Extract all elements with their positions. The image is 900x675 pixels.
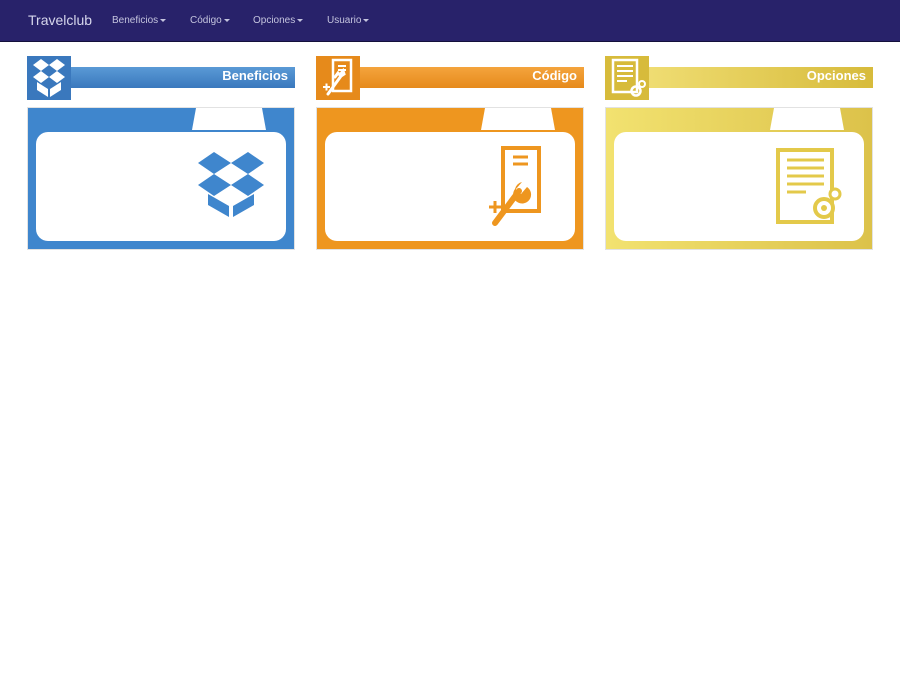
- caret-down-icon: [160, 18, 167, 22]
- top-navbar: Travelclub Beneficios Código Opciones Us…: [0, 0, 900, 42]
- document-gear-small-icon: [605, 56, 649, 100]
- nav-item-label: Beneficios: [112, 15, 159, 26]
- folder-panel: [36, 132, 286, 241]
- nav-dropdown-opciones[interactable]: Opciones: [253, 15, 304, 26]
- card-header: Opciones: [613, 67, 873, 88]
- card-beneficios[interactable]: Beneficios: [27, 56, 295, 250]
- card-codigo[interactable]: Código: [316, 56, 584, 250]
- code-document-wrench-icon: [489, 146, 541, 226]
- nav-dropdown-usuario[interactable]: Usuario: [327, 15, 370, 26]
- card-header: Beneficios: [35, 67, 295, 88]
- card-title: Beneficios: [222, 68, 288, 83]
- dropbox-box-icon: [198, 152, 264, 217]
- caret-down-icon: [297, 18, 304, 22]
- nav-dropdown-codigo[interactable]: Código: [190, 15, 230, 26]
- dropbox-box-small-icon: [27, 56, 71, 100]
- nav-dropdown-beneficios[interactable]: Beneficios: [112, 15, 167, 26]
- card-title: Código: [532, 68, 577, 83]
- folder-panel: [614, 132, 864, 241]
- caret-down-icon: [363, 18, 370, 22]
- nav-item-label: Opciones: [253, 15, 296, 26]
- folder-tab: [192, 108, 266, 130]
- card-header: Código: [324, 67, 584, 88]
- card-title: Opciones: [806, 68, 866, 83]
- nav-item-label: Usuario: [327, 15, 362, 26]
- folder-tab: [481, 108, 555, 130]
- brand-link[interactable]: Travelclub: [28, 12, 92, 28]
- code-document-wrench-small-icon: [316, 56, 360, 100]
- nav-item-label: Código: [190, 15, 222, 26]
- folder-panel: [325, 132, 575, 241]
- folder-body: [605, 107, 873, 250]
- folder-body: [27, 107, 295, 250]
- card-opciones[interactable]: Opciones: [605, 56, 873, 250]
- folder-body: [316, 107, 584, 250]
- caret-down-icon: [223, 18, 230, 22]
- folder-tab: [770, 108, 844, 130]
- document-gear-icon: [776, 148, 842, 224]
